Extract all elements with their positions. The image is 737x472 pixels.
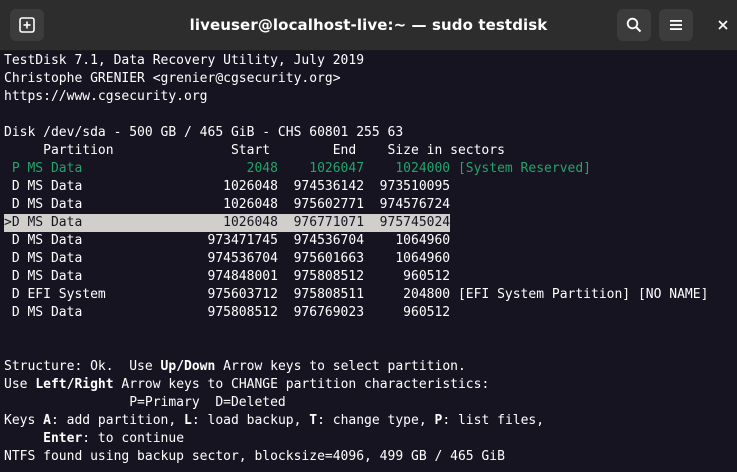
partition-row[interactable]: P MS Data 2048 1026047 1024000 [System R…	[4, 160, 591, 178]
terminal-window: liveuser@localhost-live:~ — sudo testdis…	[0, 0, 737, 472]
search-icon	[626, 17, 642, 33]
help-key: A	[43, 413, 51, 428]
help-keys: Keys A: add partition, L: load backup, T…	[4, 412, 544, 430]
help-text: Keys	[4, 413, 44, 428]
partition-row[interactable]: D MS Data 974536704 975601663 1064960	[4, 250, 450, 268]
help-change: Use Left/Right Arrow keys to CHANGE part…	[4, 376, 489, 394]
column-headers: Partition Start End Size in sectors	[4, 143, 505, 158]
help-key: Up/Down	[160, 359, 216, 374]
help-text: : load backup,	[191, 413, 310, 428]
help-key: T	[309, 413, 318, 428]
help-legend: P=Primary D=Deleted	[4, 395, 286, 410]
header-line: Christophe GRENIER <grenier@cgsecurity.o…	[4, 71, 341, 86]
partition-row[interactable]: D MS Data 974848001 975808512 960512	[4, 268, 450, 286]
help-text: : list files,	[442, 413, 545, 428]
close-button[interactable]	[711, 13, 735, 37]
help-key: L	[184, 413, 192, 428]
status-line: NTFS found using backup sector, blocksiz…	[4, 449, 505, 464]
terminal-content[interactable]: TestDisk 7.1, Data Recovery Utility, Jul…	[0, 51, 737, 472]
selected-partition-row[interactable]: >D MS Data 1026048 976771071 975745024	[4, 214, 451, 232]
disk-info: Disk /dev/sda - 500 GB / 465 GiB - CHS 6…	[4, 125, 404, 140]
search-button[interactable]	[617, 9, 651, 41]
partition-row[interactable]: D MS Data 1026048 975602771 974576724	[4, 196, 450, 214]
header-line: https://www.cgsecurity.org	[4, 89, 208, 104]
help-text: : to continue	[82, 431, 185, 446]
help-text	[4, 431, 43, 446]
close-icon	[718, 20, 728, 30]
partition-row[interactable]: D MS Data 975808512 976769023 960512	[4, 304, 450, 322]
help-text: Arrow keys to select partition.	[215, 359, 466, 374]
partition-row[interactable]: D MS Data 973471745 974536704 1064960	[4, 232, 450, 250]
help-key: Left/Right	[35, 377, 114, 392]
hamburger-menu-icon	[670, 20, 682, 30]
help-text: Structure: Ok. Use	[4, 359, 161, 374]
partition-row[interactable]: D MS Data 1026048 974536142 973510095	[4, 178, 450, 196]
help-key: Enter	[43, 431, 83, 446]
help-text: : change type,	[317, 413, 435, 428]
menu-button[interactable]	[659, 9, 693, 41]
help-text: Use	[4, 377, 36, 392]
title-bar: liveuser@localhost-live:~ — sudo testdis…	[0, 0, 737, 51]
help-text: Arrow keys to CHANGE partition character…	[113, 377, 490, 392]
header-line: TestDisk 7.1, Data Recovery Utility, Jul…	[4, 53, 365, 68]
partition-row[interactable]: D EFI System 975603712 975808511 204800 …	[4, 286, 709, 304]
help-enter: Enter: to continue	[4, 430, 184, 448]
help-text: : add partition,	[50, 413, 185, 428]
help-structure: Structure: Ok. Use Up/Down Arrow keys to…	[4, 358, 466, 376]
